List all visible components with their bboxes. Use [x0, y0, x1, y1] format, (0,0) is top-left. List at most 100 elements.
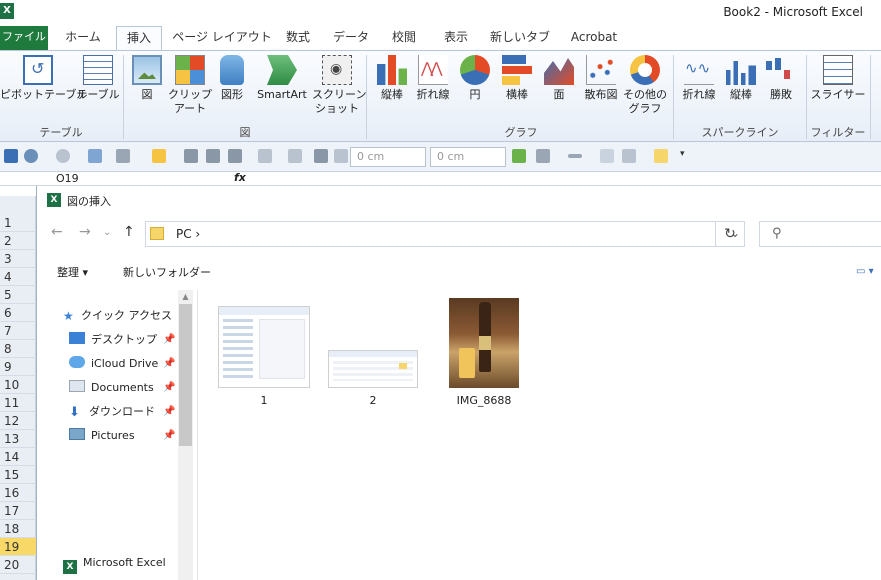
edit-shape-icon[interactable]: [512, 149, 526, 163]
tab-file[interactable]: ファイル: [0, 26, 48, 50]
nav-quick-access[interactable]: ★ クイック アクセス: [63, 306, 172, 326]
view-options-icon[interactable]: ▭ ▾: [856, 266, 878, 278]
tab-new-tab[interactable]: 新しいタブ: [488, 26, 552, 50]
shapes-button[interactable]: 図形: [214, 53, 250, 125]
back-arrow-icon[interactable]: ←: [51, 224, 63, 240]
address-bar[interactable]: PC › ⌄: [145, 221, 745, 247]
row-header[interactable]: 18: [0, 520, 36, 538]
nav-downloads[interactable]: ⬇ ダウンロード: [69, 402, 155, 422]
name-box[interactable]: O19: [56, 172, 79, 185]
customize-toolbar-icon[interactable]: ▾: [680, 149, 694, 163]
row-header[interactable]: 17: [0, 502, 36, 520]
row-header[interactable]: 13: [0, 430, 36, 448]
row-header[interactable]: 11: [0, 394, 36, 412]
file-item[interactable]: IMG_8688: [436, 298, 532, 407]
tab-review[interactable]: 校閲: [384, 26, 424, 50]
table-button[interactable]: テーブル: [76, 53, 120, 125]
scroll-up-icon[interactable]: ▲: [178, 290, 193, 304]
row-header[interactable]: 7: [0, 322, 36, 340]
nav-desktop[interactable]: デスクトップ: [69, 330, 157, 350]
row-header[interactable]: 14: [0, 448, 36, 466]
row-header[interactable]: 15: [0, 466, 36, 484]
shape-outline-icon[interactable]: [536, 149, 550, 163]
column-chart-button[interactable]: 縦棒: [372, 53, 412, 125]
pie-chart-button[interactable]: 円: [456, 53, 494, 125]
sparkline-line-button[interactable]: 折れ線: [678, 53, 720, 125]
row-header[interactable]: 12: [0, 412, 36, 430]
smartart-button[interactable]: SmartArt: [252, 53, 312, 125]
row-header[interactable]: 6: [0, 304, 36, 322]
pivot-table-button[interactable]: ピボットテーブル: [0, 53, 87, 125]
line-color-icon[interactable]: [116, 149, 130, 163]
sparkline-column-button[interactable]: 縦棒: [722, 53, 760, 125]
insert-shape-icon[interactable]: [88, 149, 102, 163]
line-chart-button[interactable]: 折れ線: [412, 53, 454, 125]
shadow-icon[interactable]: [314, 149, 328, 163]
row-header[interactable]: 4: [0, 268, 36, 286]
ribbon: ピボットテーブル テーブル テーブル 図 クリップ アート 図形 SmartAr…: [0, 50, 881, 142]
fx-icon[interactable]: fx: [234, 171, 246, 184]
tab-formulas[interactable]: 数式: [278, 26, 318, 50]
new-folder-button[interactable]: 新しいフォルダー: [123, 264, 211, 280]
line-weight-icon[interactable]: [568, 154, 582, 158]
scrollbar-thumb[interactable]: [179, 304, 192, 446]
tab-data[interactable]: データ: [330, 26, 372, 50]
fill-color-icon[interactable]: [152, 149, 166, 163]
rotate-icon[interactable]: [258, 149, 272, 163]
row-header[interactable]: 20: [0, 556, 36, 574]
screenshot-button[interactable]: スクリーン ショット: [312, 53, 366, 125]
nav-pictures[interactable]: Pictures: [69, 426, 135, 446]
paint-bucket-icon[interactable]: [622, 149, 636, 163]
crop-icon[interactable]: [334, 149, 348, 163]
clip-art-button[interactable]: クリップ アート: [166, 53, 214, 125]
tab-insert[interactable]: 挿入: [116, 26, 162, 51]
tab-view[interactable]: 表示: [436, 26, 476, 50]
area-chart-button[interactable]: 面: [540, 53, 578, 125]
open-folder-icon[interactable]: [654, 149, 668, 163]
sparkline-winloss-button[interactable]: 勝敗: [762, 53, 800, 125]
other-charts-button[interactable]: その他の グラフ: [622, 53, 668, 125]
tab-page-layout[interactable]: ページ レイアウト: [170, 26, 274, 50]
undo-icon[interactable]: [24, 149, 38, 163]
nav-documents[interactable]: Documents: [69, 378, 154, 398]
tab-acrobat[interactable]: Acrobat: [564, 26, 624, 50]
file-name: 2: [369, 394, 377, 407]
forward-arrow-icon[interactable]: →: [79, 224, 91, 240]
slicer-button[interactable]: スライサー: [810, 53, 866, 125]
group-objects-icon[interactable]: [184, 149, 198, 163]
search-input[interactable]: ⚲: [759, 221, 881, 247]
effects-icon[interactable]: [288, 149, 302, 163]
refresh-icon[interactable]: ↻: [715, 221, 745, 247]
excel-app-icon[interactable]: X: [0, 3, 14, 19]
row-header[interactable]: 8: [0, 340, 36, 358]
pictures-icon: [69, 428, 85, 440]
ungroup-icon[interactable]: [206, 149, 220, 163]
file-item[interactable]: 2: [326, 350, 420, 407]
row-header[interactable]: 9: [0, 358, 36, 376]
tab-home[interactable]: ホーム: [58, 26, 108, 50]
redo-icon[interactable]: [56, 149, 70, 163]
up-arrow-icon[interactable]: ↑: [123, 224, 135, 240]
row-header[interactable]: 3: [0, 250, 36, 268]
picture-button[interactable]: 図: [128, 53, 166, 125]
bar-chart-button[interactable]: 横棒: [496, 53, 538, 125]
shape-width-field[interactable]: 0 cm: [430, 147, 506, 167]
row-header[interactable]: 16: [0, 484, 36, 502]
recent-chevron-icon[interactable]: ⌄: [103, 227, 111, 238]
file-item[interactable]: 1: [216, 306, 312, 407]
row-header[interactable]: 19: [0, 538, 36, 556]
nav-icloud-drive[interactable]: iCloud Drive: [69, 354, 158, 374]
nav-scrollbar[interactable]: ▲: [178, 290, 193, 580]
row-header[interactable]: 5: [0, 286, 36, 304]
organize-button[interactable]: 整理 ▾: [57, 264, 88, 280]
row-header[interactable]: 2: [0, 232, 36, 250]
breadcrumb[interactable]: PC ›: [176, 227, 200, 241]
select-objects-icon[interactable]: [600, 149, 614, 163]
align-icon[interactable]: [228, 149, 242, 163]
nav-microsoft-excel[interactable]: X Microsoft Excel: [63, 556, 166, 574]
row-header[interactable]: 1: [0, 214, 36, 232]
row-header[interactable]: 10: [0, 376, 36, 394]
scatter-chart-button[interactable]: 散布図: [580, 53, 622, 125]
save-icon[interactable]: [4, 149, 18, 163]
shape-height-field[interactable]: 0 cm: [350, 147, 426, 167]
